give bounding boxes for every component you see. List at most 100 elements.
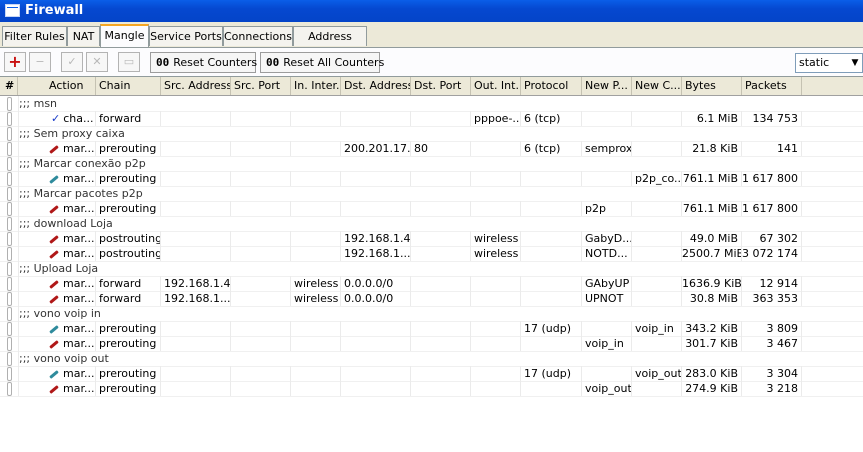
col-in-interface-header[interactable]: In. Inter... <box>291 77 341 95</box>
table-row[interactable]: mar... postrouting 192.168.1.41 wireless Gab… <box>0 231 863 247</box>
table-row[interactable]: mar... prerouting p2p 761.1 MiB 1 617 800 <box>0 201 863 217</box>
col-dst-port-header[interactable]: Dst. Port <box>411 77 471 95</box>
tab-mangle[interactable]: Mangle <box>100 24 149 47</box>
add-button[interactable]: + <box>4 52 26 72</box>
mark-pen-icon <box>49 249 59 259</box>
tab-connections[interactable]: Connections <box>223 26 293 46</box>
col-src-port-cell <box>231 111 291 126</box>
col-new-connection-mark-cell: p2p_co... <box>632 171 682 186</box>
window-icon <box>5 4 20 17</box>
table-row[interactable]: mar... forward 192.168.1.41 wireless 0.0.0.0… <box>0 276 863 292</box>
col-new-connection-mark-cell <box>632 201 682 216</box>
counter-icon: 00 <box>266 56 280 69</box>
col-src-address-header[interactable]: Src. Address <box>161 77 231 95</box>
filter-select[interactable]: static ▼ <box>795 53 863 73</box>
tab-nat[interactable]: NAT <box>67 26 100 46</box>
col-action-cell: mar... <box>18 231 96 246</box>
col-packets-header[interactable]: Packets <box>742 77 802 95</box>
comment-icon: ▭ <box>123 55 135 68</box>
col-new-packet-mark-cell <box>582 321 632 336</box>
mark-pen-icon <box>49 294 59 304</box>
comment-row[interactable]: ;;; vono voip in <box>0 306 863 322</box>
table-row[interactable]: mar... prerouting 17 (udp) voip_in 343.2 KiB… <box>0 321 863 337</box>
col-action-cell: mar... <box>18 141 96 156</box>
col-src-port-cell <box>231 366 291 381</box>
chevron-down-icon[interactable]: ▼ <box>848 54 862 72</box>
col-dst-address-cell: 0.0.0.0/0 <box>341 291 411 306</box>
col-chain-cell: prerouting <box>96 381 161 396</box>
col-action-cell: mar... <box>18 366 96 381</box>
col-action-cell: mar... <box>18 321 96 336</box>
col-protocol-cell: 17 (udp) <box>521 366 582 381</box>
col-dst-port-cell <box>411 291 471 306</box>
col-chain-cell: prerouting <box>96 201 161 216</box>
comment-row[interactable]: ;;; download Loja <box>0 216 863 232</box>
tab-filter-rules[interactable]: Filter Rules <box>2 26 67 46</box>
table-row[interactable]: mar... postrouting 192.168.1.... wireless NO… <box>0 246 863 262</box>
col-dst-address-cell <box>341 336 411 351</box>
comment-row[interactable]: ;;; Sem proxy caixa <box>0 126 863 142</box>
table-row[interactable]: ✓ cha... forward pppoe-... 6 (tcp) 6.1 MiB 134… <box>0 111 863 127</box>
comment-text: ;;; Sem proxy caixa <box>19 127 125 140</box>
col-dst-address-cell: 192.168.1.41 <box>341 231 411 246</box>
action-label: mar... <box>63 277 95 290</box>
col-new-packet-mark-header[interactable]: New P... <box>582 77 632 95</box>
row-handle <box>0 246 19 261</box>
toolbar: + − ✓ ✕ ▭ 00 Reset Counters 00 Reset All C… <box>0 47 863 76</box>
row-handle <box>0 111 19 126</box>
comment-button[interactable]: ▭ <box>118 52 140 72</box>
table-row[interactable]: mar... prerouting voip_out 274.9 KiB 3 218 <box>0 381 863 397</box>
table-header: # Action Chain Src. Address Src. Port In. Int… <box>0 77 863 96</box>
col-bytes-cell: 343.2 KiB <box>682 321 742 336</box>
col-packets-cell: 67 302 <box>742 231 802 246</box>
reset-counters-button[interactable]: 00 Reset Counters <box>150 52 257 73</box>
col-out-interface-cell <box>471 141 521 156</box>
col-chain-header[interactable]: Chain <box>96 77 161 95</box>
table-row[interactable]: mar... prerouting p2p_co... 761.1 MiB 1 617 … <box>0 171 863 187</box>
tab-service-ports[interactable]: Service Ports <box>149 26 223 46</box>
enable-button[interactable]: ✓ <box>61 52 83 72</box>
window-title: Firewall <box>25 3 84 18</box>
col-out-interface-header[interactable]: Out. Int... <box>471 77 521 95</box>
col-packets-cell: 1 617 800 <box>742 171 802 186</box>
col-action-header[interactable]: Action <box>46 77 96 95</box>
row-handle <box>0 156 19 171</box>
reset-all-counters-button[interactable]: 00 Reset All Counters <box>260 52 384 73</box>
comment-row[interactable]: ;;; vono voip out <box>0 351 863 367</box>
remove-button[interactable]: − <box>29 52 51 72</box>
table-row[interactable]: mar... prerouting 17 (udp) voip_out 283.0 Ki… <box>0 366 863 382</box>
col-src-port-header[interactable]: Src. Port <box>231 77 291 95</box>
col-chain-cell: prerouting <box>96 321 161 336</box>
comment-text: ;;; Marcar conexão p2p <box>19 157 146 170</box>
table-row[interactable]: mar... forward 192.168.1.... wireless 0.0.0.… <box>0 291 863 307</box>
col-number-header[interactable]: # <box>2 77 18 95</box>
disable-button[interactable]: ✕ <box>86 52 108 72</box>
col-bytes-header[interactable]: Bytes <box>682 77 742 95</box>
comment-row[interactable]: ;;; msn <box>0 96 863 112</box>
comment-text: ;;; Marcar pacotes p2p <box>19 187 143 200</box>
col-src-port-cell <box>231 141 291 156</box>
comment-row[interactable]: ;;; Upload Loja <box>0 261 863 277</box>
mark-pen-icon <box>49 234 59 244</box>
comment-row[interactable]: ;;; Marcar pacotes p2p <box>0 186 863 202</box>
row-handle <box>0 171 19 186</box>
col-in-interface-cell <box>291 171 341 186</box>
col-src-address-cell <box>161 336 231 351</box>
tab-address-lists[interactable]: Address Lists <box>293 26 367 62</box>
action-label: mar... <box>63 247 95 260</box>
mark-pen-icon <box>49 174 59 184</box>
comment-text: ;;; vono voip in <box>19 307 101 320</box>
col-in-interface-cell <box>291 141 341 156</box>
col-dst-port-cell <box>411 231 471 246</box>
col-dst-address-header[interactable]: Dst. Address <box>341 77 411 95</box>
table-row[interactable]: mar... prerouting 200.201.17... 80 6 (tcp) se… <box>0 141 863 157</box>
col-new-connection-mark-header[interactable]: New C... <box>632 77 682 95</box>
mark-pen-icon <box>49 144 59 154</box>
col-bytes-cell: 21.8 KiB <box>682 141 742 156</box>
comment-row[interactable]: ;;; Marcar conexão p2p <box>0 156 863 172</box>
col-protocol-header[interactable]: Protocol <box>521 77 582 95</box>
header-filler <box>802 77 863 95</box>
col-action-cell: mar... <box>18 276 96 291</box>
table-row[interactable]: mar... prerouting voip_in 301.7 KiB 3 467 <box>0 336 863 352</box>
row-handle <box>0 231 19 246</box>
